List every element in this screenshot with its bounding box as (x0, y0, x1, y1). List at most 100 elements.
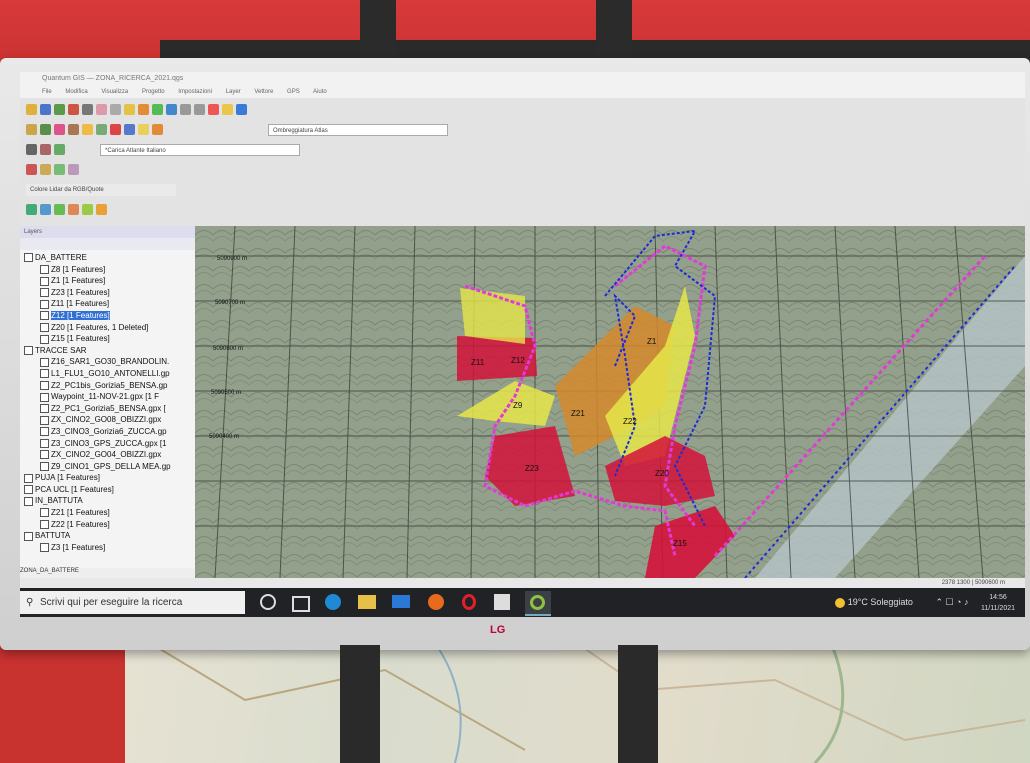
layer-checkbox[interactable] (40, 299, 49, 309)
save-project-icon[interactable] (54, 103, 65, 115)
layer-item[interactable]: Z8 [1 Features] (20, 264, 195, 276)
taskbar-search-input[interactable]: ⚲ Scrivi qui per eseguire la ricerca (20, 591, 245, 614)
python-icon[interactable] (40, 203, 51, 215)
loader-combo[interactable]: *Carica Atlante Italiano (100, 144, 300, 156)
layer-checkbox[interactable] (40, 427, 49, 437)
clock[interactable]: 14:56 11/11/2021 (981, 592, 1015, 614)
layer-checkbox[interactable] (24, 496, 33, 506)
forward-icon[interactable] (194, 103, 205, 115)
layer-checkbox[interactable] (40, 276, 49, 286)
layer-item[interactable]: Z12 [1 Features] (20, 310, 195, 322)
run-icon[interactable] (54, 203, 65, 215)
map-canvas[interactable]: 5090900 m 5090700 m 5090600 m 5090500 m … (195, 226, 1025, 578)
weather-text[interactable]: 19°C Soleggiato (848, 597, 913, 607)
layer-checkbox[interactable] (40, 438, 49, 448)
wifi-icon[interactable]: ⌃ ☐ ◔ ♪ (935, 597, 968, 607)
globe-icon[interactable] (96, 203, 107, 215)
waypoint-icon[interactable] (54, 143, 65, 155)
layer-item[interactable]: Z1 [1 Features] (20, 275, 195, 287)
layer-item[interactable]: Z23 [1 Features] (20, 287, 195, 299)
layer-item[interactable]: Z3_CINO3_GPS_ZUCCA.gpx [1 (20, 438, 195, 450)
highlight-icon[interactable] (152, 123, 163, 135)
layer-item[interactable]: Waypoint_11-NOV-21.gpx [1 F (20, 391, 195, 403)
node-tool-icon[interactable] (40, 163, 51, 175)
mail-icon[interactable] (392, 595, 410, 608)
stop-icon[interactable] (68, 203, 79, 215)
print-icon[interactable] (68, 103, 79, 115)
task-view-icon[interactable] (292, 596, 310, 612)
menu-settings[interactable]: Impostazioni (178, 89, 212, 95)
info-icon[interactable] (236, 103, 247, 115)
style-combo[interactable]: Ombreggiatura Atlas (268, 124, 448, 136)
open-project-icon[interactable] (40, 103, 51, 115)
menu-view[interactable]: Visualizza (101, 89, 128, 95)
zoom-out-icon[interactable] (152, 103, 163, 115)
gps-icon[interactable] (26, 143, 37, 155)
menu-file[interactable]: File (42, 89, 52, 95)
firefox-icon[interactable] (428, 594, 444, 610)
layout-icon[interactable] (96, 103, 107, 115)
add-raster-icon[interactable] (40, 123, 51, 135)
track-icon[interactable] (40, 143, 51, 155)
layer-checkbox[interactable] (24, 485, 33, 495)
layer-checkbox[interactable] (40, 264, 49, 274)
edge-icon[interactable] (325, 594, 341, 610)
layer-item[interactable]: Z22 [1 Features] (20, 519, 195, 531)
layer-item[interactable]: Z3 [1 Features] (20, 542, 195, 554)
lidar-combo[interactable]: Colore Lidar da RGB/Quote (26, 184, 176, 196)
layer-checkbox[interactable] (24, 473, 33, 483)
layer-item[interactable]: Z15 [1 Features] (20, 333, 195, 345)
layer-checkbox[interactable] (40, 380, 49, 390)
layer-checkbox[interactable] (40, 357, 49, 367)
layer-item[interactable]: ZX_CINO2_GO04_OBIZZI.gpx (20, 449, 195, 461)
pan-icon[interactable] (124, 103, 135, 115)
file-explorer-icon[interactable] (358, 595, 376, 609)
menu-layer[interactable]: Layer (226, 89, 241, 95)
layer-checkbox[interactable] (40, 392, 49, 402)
layer-item[interactable]: Z2_PC1bis_Gorizia5_BENSA.gp (20, 380, 195, 392)
layer-checkbox[interactable] (40, 543, 49, 553)
layer-item[interactable]: TRACCE SAR (20, 345, 195, 357)
layer-checkbox[interactable] (40, 322, 49, 332)
layer-item[interactable]: Z11 [1 Features] (20, 298, 195, 310)
add-db-icon[interactable] (54, 123, 65, 135)
layer-checkbox[interactable] (40, 369, 49, 379)
layer-item[interactable]: Z21 [1 Features] (20, 507, 195, 519)
measure-icon[interactable] (96, 123, 107, 135)
layer-checkbox[interactable] (24, 531, 33, 541)
add-vector-icon[interactable] (26, 123, 37, 135)
zoom-full-icon[interactable] (166, 103, 177, 115)
layer-checkbox[interactable] (40, 404, 49, 414)
layer-item[interactable]: DA_BATTERE (20, 252, 195, 264)
menu-project[interactable]: Progetto (142, 89, 165, 95)
store-icon[interactable] (494, 594, 510, 610)
layer-item[interactable]: Z9_CINO1_GPS_DELLA MEA.gp (20, 461, 195, 473)
delete-icon[interactable] (110, 123, 121, 135)
menu-help[interactable]: Aiuto (313, 89, 327, 95)
select-icon[interactable] (124, 123, 135, 135)
layer-checkbox[interactable] (40, 288, 49, 298)
layer-item[interactable]: Z3_CINO3_Gorizia6_ZUCCA.gp (20, 426, 195, 438)
layer-checkbox[interactable] (24, 253, 33, 263)
refresh-icon[interactable] (82, 203, 93, 215)
layer-item[interactable]: Z16_SAR1_GO30_BRANDOLIN. (20, 356, 195, 368)
layer-checkbox[interactable] (40, 311, 49, 321)
edit-icon[interactable] (208, 103, 219, 115)
layer-item[interactable]: Z20 [1 Features, 1 Deleted] (20, 322, 195, 334)
zoom-in-icon[interactable] (138, 103, 149, 115)
layer-item[interactable]: Z2_PC1_Gorizia5_BENSA.gpx [ (20, 403, 195, 415)
merge-icon[interactable] (68, 163, 79, 175)
layer-checkbox[interactable] (40, 334, 49, 344)
layer-checkbox[interactable] (24, 346, 33, 356)
layer-item[interactable]: PCA UCL [1 Features] (20, 484, 195, 496)
back-icon[interactable] (180, 103, 191, 115)
layer-item[interactable]: IN_BATTUTA (20, 495, 195, 507)
attribute-table-icon[interactable] (82, 123, 93, 135)
identify-icon[interactable] (222, 103, 233, 115)
add-wms-icon[interactable] (68, 123, 79, 135)
layer-checkbox[interactable] (40, 415, 49, 425)
new-project-icon[interactable] (26, 103, 37, 115)
start-icon[interactable] (260, 594, 276, 610)
layer-item[interactable]: ZX_CINO2_GO08_OBIZZI.gpx (20, 414, 195, 426)
opera-icon[interactable] (462, 594, 476, 610)
